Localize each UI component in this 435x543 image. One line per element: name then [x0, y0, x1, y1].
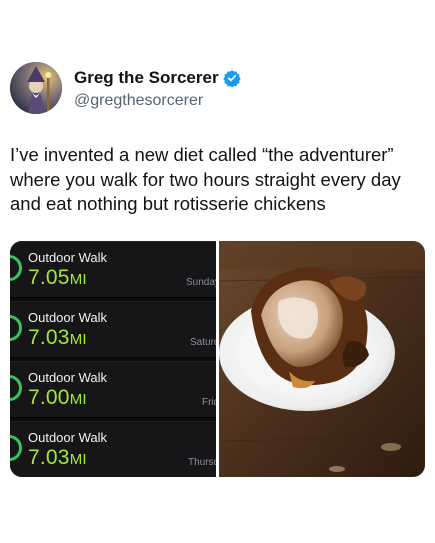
post-media[interactable]: Outdoor Walk 7.05MI Sunday Outdoor Walk … [10, 241, 425, 477]
activity-ring-icon [10, 375, 22, 401]
workout-distance: 7.03MI [28, 446, 87, 469]
name-row: Greg the Sorcerer [74, 68, 241, 88]
workout-card: Outdoor Walk 7.05MI Sunday [10, 241, 216, 298]
activity-ring-icon [10, 255, 22, 281]
workout-day: Saturday [190, 337, 216, 348]
workout-day: Sunday [186, 277, 216, 288]
activity-ring-icon [10, 315, 22, 341]
handle[interactable]: @gregthesorcerer [74, 92, 203, 110]
post-text-line: where you walk for two hours straight ev… [10, 168, 401, 190]
post-header: Greg the Sorcerer @gregthesorcerer [10, 62, 425, 122]
post-text-line: and eat nothing but rotisserie chickens [10, 193, 326, 214]
activity-ring-icon [10, 435, 22, 461]
workout-title: Outdoor Walk [28, 430, 107, 445]
workout-title: Outdoor Walk [28, 250, 107, 265]
workout-day: Thursday [188, 457, 216, 468]
workout-screenshot[interactable]: Outdoor Walk 7.05MI Sunday Outdoor Walk … [10, 241, 216, 477]
post-text-line: I’ve invented a new diet called “the adv… [10, 144, 394, 165]
workout-distance: 7.05MI [28, 266, 87, 289]
workout-distance: 7.00MI [28, 386, 87, 409]
post-text: I’ve invented a new diet called “the adv… [10, 143, 425, 217]
workout-title: Outdoor Walk [28, 310, 107, 325]
verified-badge-icon [222, 69, 241, 88]
display-name[interactable]: Greg the Sorcerer [74, 68, 219, 88]
workout-card: Outdoor Walk 7.03MI Thursday [10, 421, 216, 477]
workout-day: Friday [202, 397, 216, 408]
avatar[interactable] [10, 62, 62, 114]
workout-distance: 7.03MI [28, 326, 87, 349]
workout-card: Outdoor Walk 7.03MI Saturday [10, 301, 216, 358]
workout-title: Outdoor Walk [28, 370, 107, 385]
chicken-photo[interactable] [219, 241, 425, 477]
workout-card: Outdoor Walk 7.00MI Friday [10, 361, 216, 418]
